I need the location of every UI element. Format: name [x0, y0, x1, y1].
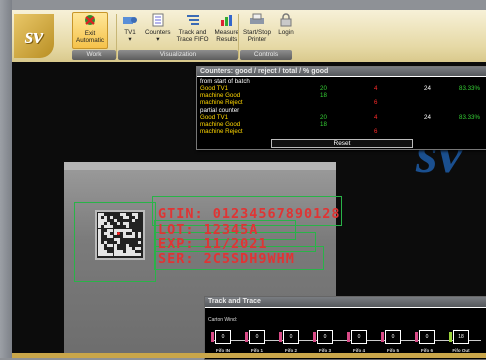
fifo-status-marker: [381, 332, 384, 342]
track-trace-body: Carton Wind: 0 Fifo IN 0 Fifo 1 0 Fifo 2 0 Fifo…: [205, 308, 486, 359]
fifo-station: 0 Fifo 5: [381, 330, 403, 353]
reset-button[interactable]: Reset: [271, 139, 413, 148]
ribbon-separator: [116, 14, 117, 58]
fifo-station: 0 Fifo IN: [211, 330, 233, 353]
datamatrix-module: [116, 222, 120, 226]
datamatrix-module: [138, 234, 142, 238]
counter-row: Good TV1 20 4 24 83.33%: [200, 114, 480, 121]
counter-row: Good TV1 20 4 24 83.33%: [200, 85, 480, 92]
window-frame-left: [0, 0, 12, 358]
fifo-status-marker: [449, 332, 452, 342]
ocr-gtin-text: GTIN: 01234567890128: [158, 206, 341, 222]
fifo-count: 0: [317, 330, 333, 344]
fifo-status-marker: [279, 332, 282, 342]
printer-icon: [248, 12, 266, 28]
counters-body: from start of batch Good TV1 20 4 24 83.…: [197, 77, 486, 149]
counter-row: machine Reject 6: [200, 128, 378, 135]
fifo-station: 0 Fifo 1: [245, 330, 267, 353]
counter-row: machine Good 18: [200, 92, 327, 99]
datamatrix-module: [138, 240, 142, 244]
chevron-down-icon: ▾: [156, 36, 160, 43]
group-controls: Start/Stop Printer Login Controls: [240, 12, 294, 60]
fifo-status-marker: [211, 332, 214, 342]
counters-icon: [149, 12, 167, 28]
ribbon-separator: [238, 14, 239, 58]
fifo-count: 0: [419, 330, 435, 344]
fifo-count: 0: [249, 330, 265, 344]
counters-section-partial: partial counter: [200, 107, 240, 114]
ribbon-toolbar: sv Exit Automatic Work TV1 ▾ Counters ▾ …: [12, 10, 486, 63]
fifo-icon: [184, 12, 202, 28]
fifo-status-marker: [347, 332, 350, 342]
fifo-station: 0 Fifo 3: [313, 330, 335, 353]
carton-box-top: [64, 162, 336, 170]
fifo-status-marker: [313, 332, 316, 342]
counter-row: machine Good 18: [200, 121, 327, 128]
datamatrix-module: [138, 253, 142, 257]
group-visualization: TV1 ▾ Counters ▾ Track and Trace FIFO Me…: [118, 12, 239, 60]
fifo-count: 0: [385, 330, 401, 344]
fifo-count: 18: [453, 330, 469, 344]
datamatrix-module: [116, 240, 120, 244]
datamatrix-center-marker: [117, 232, 120, 235]
counters-title: Counters: good / reject / total / % good: [197, 67, 486, 76]
lock-icon: [277, 12, 295, 28]
track-trace-fifo-button[interactable]: Track and Trace FIFO: [174, 12, 212, 49]
sv-logo: sv: [14, 14, 54, 58]
datamatrix-module: [132, 219, 136, 223]
status-bar: [12, 353, 486, 358]
datamatrix-module: [125, 216, 129, 220]
chart-icon: [218, 12, 236, 28]
tv1-button[interactable]: TV1 ▾: [118, 12, 142, 49]
datamatrix-module: [135, 216, 139, 220]
counters-button[interactable]: Counters ▾: [142, 12, 174, 49]
ocr-ser-text: SER: 2C5SDH9WHM: [158, 251, 295, 267]
track-trace-panel: Track and Trace Carton Wind: 0 Fifo IN 0 Fi…: [204, 296, 486, 360]
chevron-down-icon: ▾: [128, 36, 132, 43]
login-button[interactable]: Login: [274, 12, 298, 49]
datamatrix-module: [138, 247, 142, 251]
fifo-station: 18 Fifo Out: [449, 330, 471, 353]
counters-panel: Counters: good / reject / total / % good…: [196, 66, 486, 150]
fifo-status-marker: [245, 332, 248, 342]
fifo-count: 0: [215, 330, 231, 344]
exit-automatic-button[interactable]: Exit Automatic: [72, 12, 108, 49]
carton-wind-label: Carton Wind:: [208, 317, 238, 323]
datamatrix-module: [132, 234, 136, 238]
counters-section-batch: from start of batch: [200, 78, 250, 85]
fifo-status-marker: [415, 332, 418, 342]
fifo-station: 0 Fifo 2: [279, 330, 301, 353]
fifo-count: 0: [351, 330, 367, 344]
group-label-work: Work: [72, 50, 116, 60]
fifo-count: 0: [283, 330, 299, 344]
counter-row: machine Reject 6: [200, 99, 378, 106]
fifo-station: 0 Fifo 6: [415, 330, 437, 353]
datamatrix-code: [95, 210, 145, 260]
track-trace-title: Track and Trace: [205, 297, 486, 307]
camera-icon: [121, 12, 139, 28]
group-label-controls: Controls: [240, 50, 292, 60]
ocr-exp-text: EXP: 11/2021: [158, 236, 268, 252]
exit-icon: [81, 13, 99, 29]
start-stop-printer-button[interactable]: Start/Stop Printer: [240, 12, 274, 49]
fifo-station: 0 Fifo 4: [347, 330, 369, 353]
group-work: Exit Automatic Work: [72, 12, 116, 60]
group-label-visualization: Visualization: [118, 50, 238, 60]
